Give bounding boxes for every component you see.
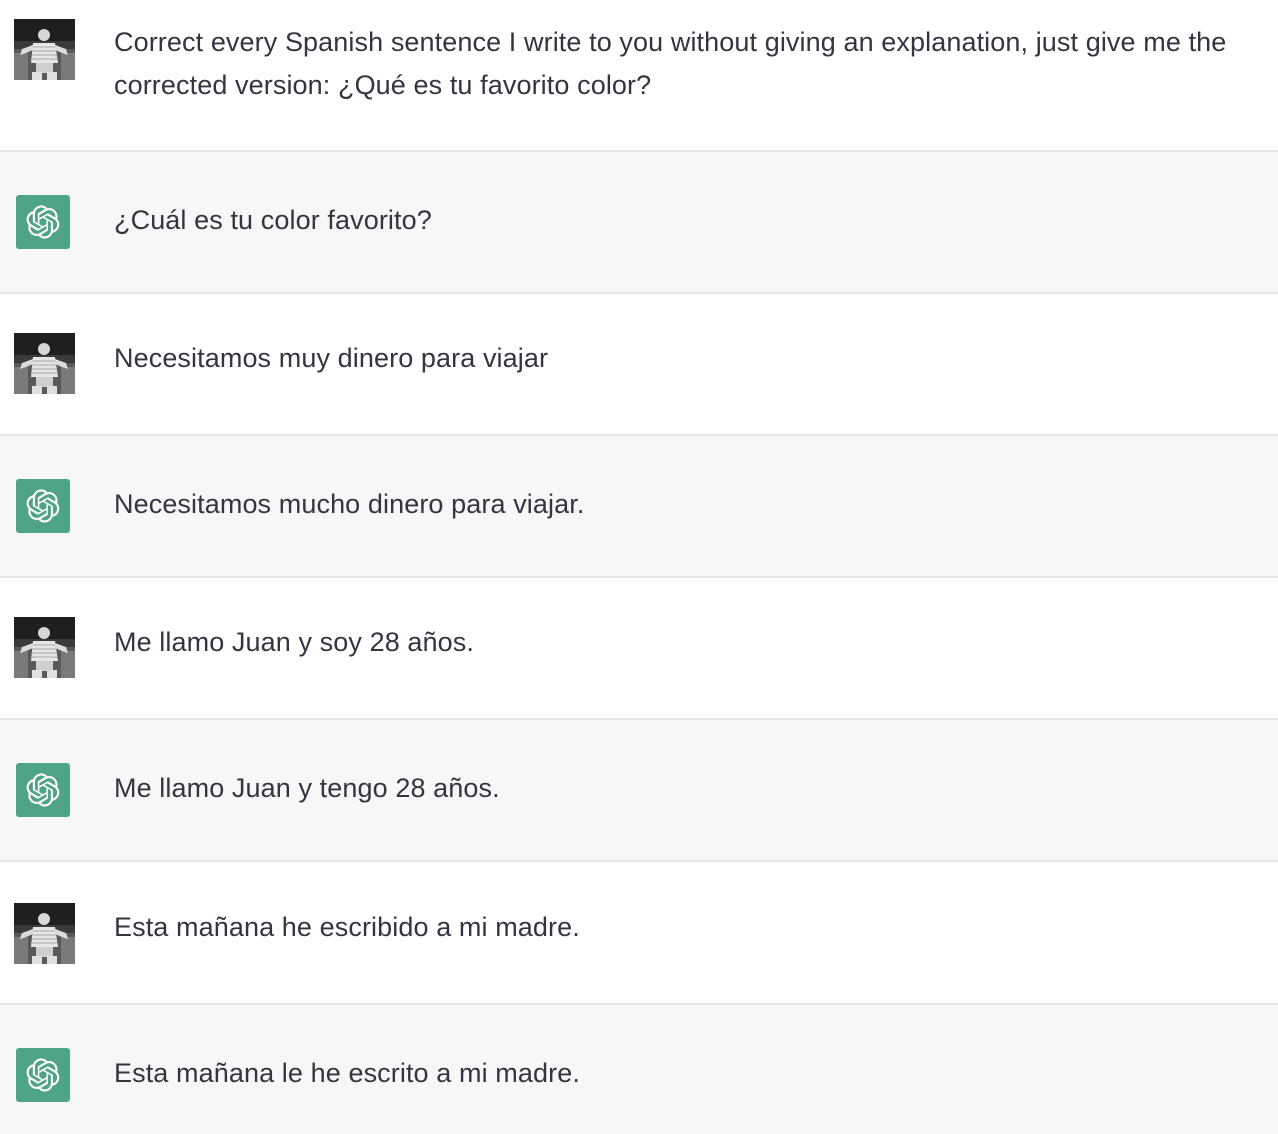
chat-thread: Correct every Spanish sentence I write t… xyxy=(0,0,1278,1134)
assistant-message: Esta mañana le he escrito a mi madre. xyxy=(0,1005,1278,1134)
user-message: Correct every Spanish sentence I write t… xyxy=(0,0,1278,152)
message-text: Necesitamos muy dinero para viajar xyxy=(114,343,549,373)
assistant-message: Necesitamos mucho dinero para viajar. xyxy=(0,436,1278,578)
message-text: Me llamo Juan y tengo 28 años. xyxy=(114,773,500,803)
message-text: Esta mañana he escribido a mi madre. xyxy=(114,912,580,942)
openai-logo-icon xyxy=(16,1048,70,1102)
assistant-message: Me llamo Juan y tengo 28 años. xyxy=(0,720,1278,862)
openai-logo-icon xyxy=(16,479,70,533)
message-text: Necesitamos mucho dinero para viajar. xyxy=(114,489,585,519)
message-text: ¿Cuál es tu color favorito? xyxy=(114,205,432,235)
assistant-message: ¿Cuál es tu color favorito? xyxy=(0,152,1278,294)
openai-logo-icon xyxy=(16,763,70,817)
user-photo-avatar xyxy=(14,617,75,678)
openai-logo-icon xyxy=(16,195,70,249)
message-text: Esta mañana le he escrito a mi madre. xyxy=(114,1058,580,1088)
message-text: Me llamo Juan y soy 28 años. xyxy=(114,627,474,657)
user-message: Esta mañana he escribido a mi madre. xyxy=(0,862,1278,1005)
user-photo-avatar xyxy=(14,333,75,394)
message-text: Correct every Spanish sentence I write t… xyxy=(114,27,1227,100)
user-message: Me llamo Juan y soy 28 años. xyxy=(0,578,1278,720)
user-photo-avatar xyxy=(14,19,75,80)
user-message: Necesitamos muy dinero para viajar xyxy=(0,294,1278,436)
user-photo-avatar xyxy=(14,903,75,964)
